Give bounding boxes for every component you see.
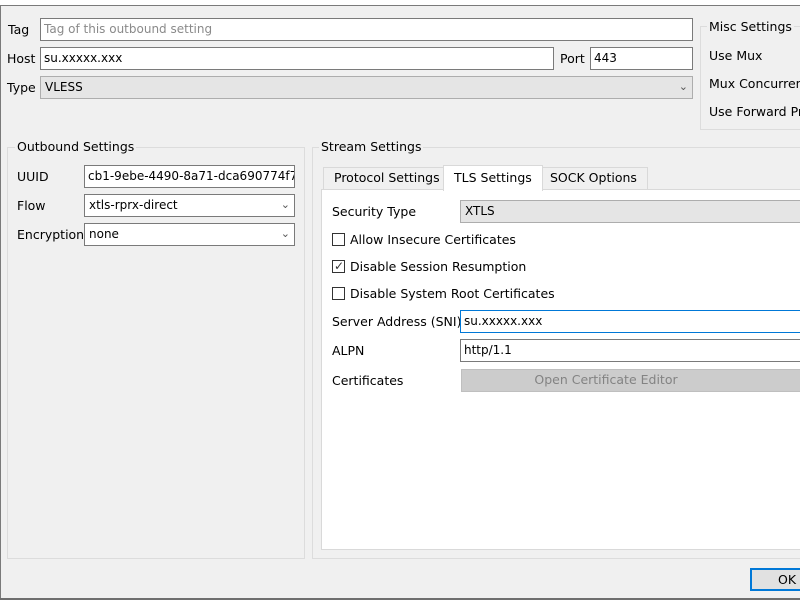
encryption-label: Encryption xyxy=(17,227,85,242)
encryption-select-value: none xyxy=(89,227,119,241)
tag-input[interactable]: Tag of this outbound setting xyxy=(40,18,693,41)
sni-label: Server Address (SNI) xyxy=(332,314,462,329)
stream-settings-title: Stream Settings xyxy=(319,139,424,155)
open-certificate-editor-button[interactable]: Open Certificate Editor xyxy=(461,369,800,392)
tab-sock-options[interactable]: SOCK Options xyxy=(539,167,648,189)
check-icon: ✓ xyxy=(334,259,345,273)
use-mux-label[interactable]: Use Mux xyxy=(709,48,762,64)
sni-input[interactable]: su.xxxxx.xxx xyxy=(460,310,800,333)
tab-tls-settings[interactable]: TLS Settings xyxy=(443,165,543,191)
certificates-label: Certificates xyxy=(332,373,404,388)
disable-system-root-checkbox[interactable] xyxy=(332,287,345,300)
chevron-down-icon: ⌄ xyxy=(280,227,290,240)
window-top-border xyxy=(0,0,800,6)
tag-label: Tag xyxy=(8,22,30,37)
disable-session-resumption-checkbox[interactable]: ✓ xyxy=(332,259,345,273)
ok-label: OK xyxy=(778,572,797,587)
port-label: Port xyxy=(560,51,585,66)
uuid-label: UUID xyxy=(17,169,49,184)
mux-concurrency-label[interactable]: Mux Concurren xyxy=(709,76,800,92)
chevron-down-icon: ⌄ xyxy=(280,198,290,211)
flow-label: Flow xyxy=(17,198,46,213)
allow-insecure-checkbox[interactable] xyxy=(332,233,345,246)
use-forward-proxy-label[interactable]: Use Forward Pr xyxy=(709,104,800,120)
allow-insecure-label[interactable]: Allow Insecure Certificates xyxy=(350,232,516,248)
security-type-value: XTLS xyxy=(465,204,495,218)
type-select-value: VLESS xyxy=(45,80,83,94)
ok-button[interactable]: OK xyxy=(750,568,800,591)
port-input[interactable]: 443 xyxy=(590,47,693,70)
flow-select-value: xtls-rprx-direct xyxy=(89,198,178,212)
alpn-input[interactable]: http/1.1 xyxy=(460,339,800,362)
misc-settings-title: Misc Settings xyxy=(707,19,794,35)
outbound-settings-title: Outbound Settings xyxy=(15,139,137,155)
type-select[interactable]: VLESS ⌄ xyxy=(40,76,693,99)
chevron-down-icon: ⌄ xyxy=(678,80,688,93)
host-label: Host xyxy=(7,51,36,66)
security-type-label: Security Type xyxy=(332,204,417,219)
type-label: Type xyxy=(7,80,36,95)
host-input[interactable]: su.xxxxx.xxx xyxy=(40,47,554,70)
alpn-label: ALPN xyxy=(332,343,365,358)
window-left-border xyxy=(0,6,1,600)
disable-session-resumption-label[interactable]: Disable Session Resumption xyxy=(350,259,526,275)
open-certificate-editor-label: Open Certificate Editor xyxy=(534,372,678,387)
security-type-select[interactable]: XTLS xyxy=(460,200,800,223)
tab-protocol-settings[interactable]: Protocol Settings xyxy=(323,167,451,189)
disable-system-root-label[interactable]: Disable System Root Certificates xyxy=(350,286,555,302)
uuid-input[interactable]: cb1-9ebe-4490-8a71-dca690774f73 xyxy=(84,165,295,188)
encryption-select[interactable]: none ⌄ xyxy=(84,223,295,246)
flow-select[interactable]: xtls-rprx-direct ⌄ xyxy=(84,194,295,217)
